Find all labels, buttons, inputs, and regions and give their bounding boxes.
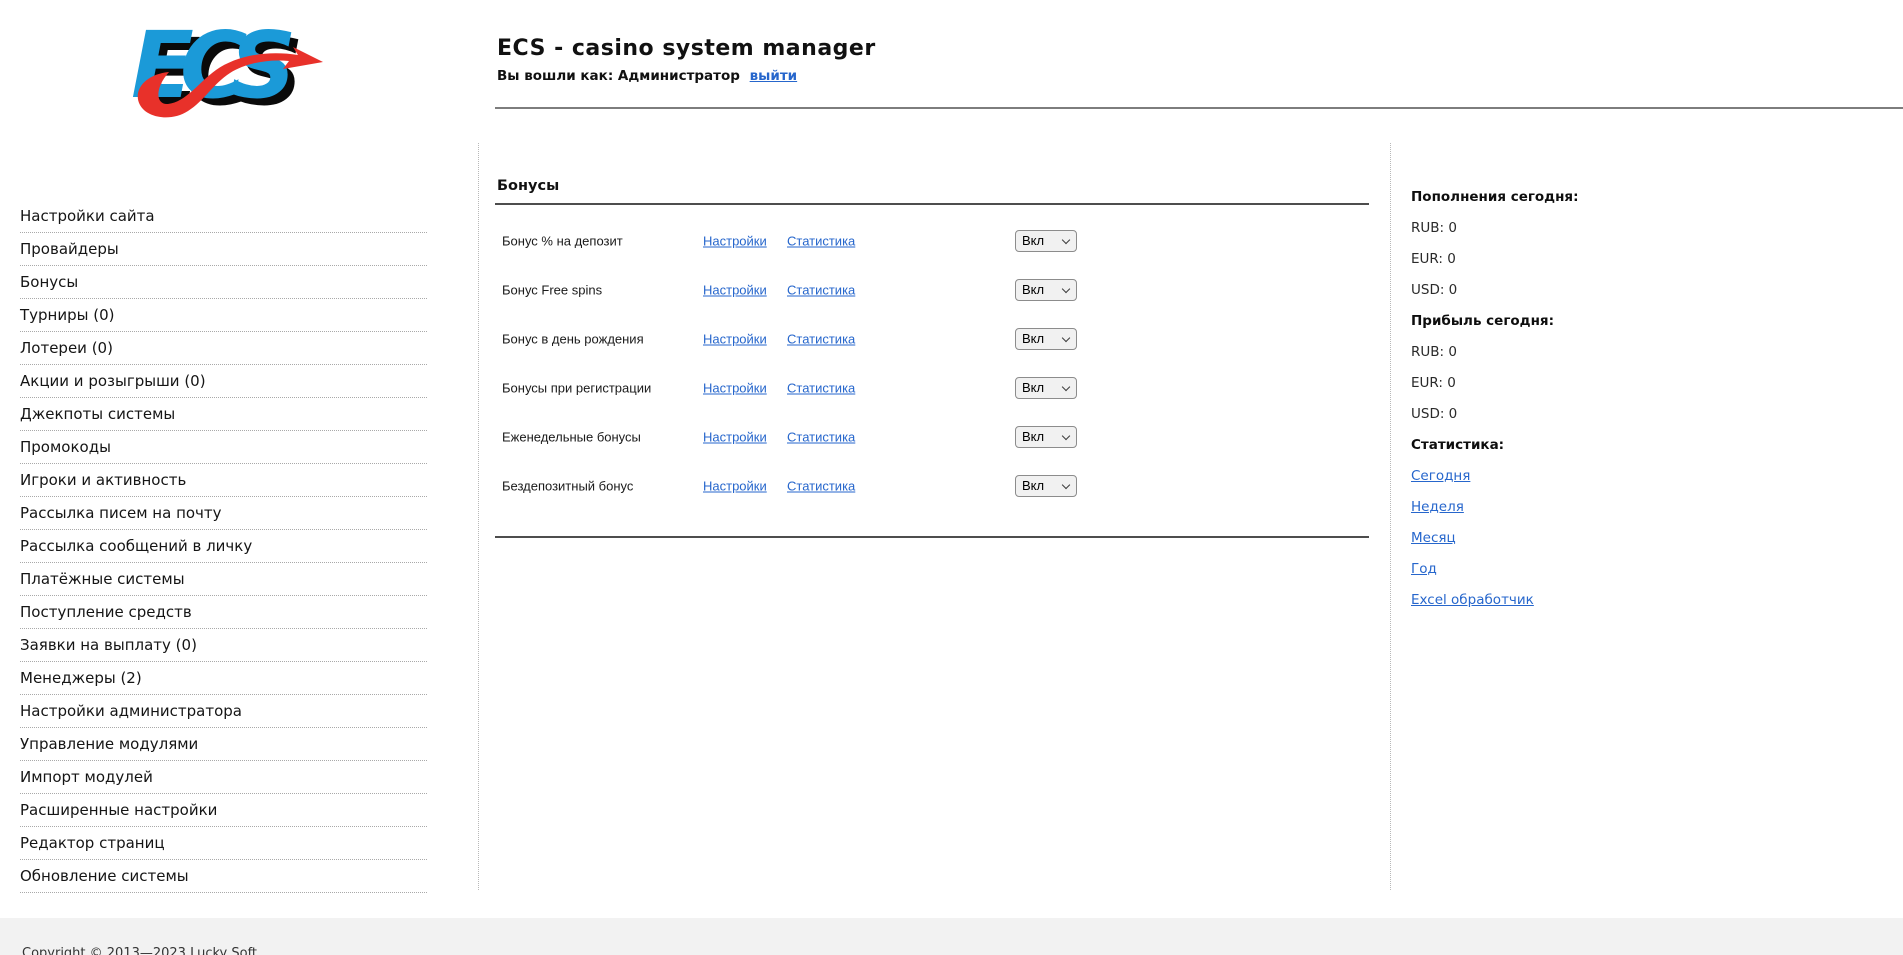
profit-rub: RUB: 0 [1411, 336, 1771, 367]
sidebar: Настройки сайта Провайдеры Бонусы Турнир… [20, 200, 427, 893]
sidebar-item-players-activity[interactable]: Игроки и активность [20, 464, 427, 497]
settings-link[interactable]: Настройки [703, 478, 767, 493]
sidebar-item-promotions[interactable]: Акции и розыгрыши (0) [20, 365, 427, 398]
statistics-link[interactable]: Статистика [787, 380, 855, 395]
deposits-today-title: Пополнения сегодня: [1411, 181, 1771, 212]
sidebar-item-payment-systems[interactable]: Платёжные системы [20, 563, 427, 596]
statistics-link[interactable]: Статистика [787, 282, 855, 297]
bonus-label: Еженедельные бонусы [502, 429, 641, 444]
sidebar-item-page-editor[interactable]: Редактор страниц [20, 827, 427, 860]
bonus-toggle-select[interactable]: Вкл [1015, 475, 1077, 497]
sidebar-item-module-import[interactable]: Импорт модулей [20, 761, 427, 794]
sidebar-item-system-update[interactable]: Обновление системы [20, 860, 427, 893]
sidebar-item-payout-requests[interactable]: Заявки на выплату (0) [20, 629, 427, 662]
logo[interactable]: ECS ECS [116, 12, 326, 128]
stats-link-excel[interactable]: Excel обработчик [1411, 592, 1534, 608]
profit-eur: EUR: 0 [1411, 367, 1771, 398]
page-title: ECS - casino system manager [497, 36, 876, 61]
sidebar-content-divider [478, 143, 479, 890]
deposits-eur: EUR: 0 [1411, 243, 1771, 274]
deposits-rub: RUB: 0 [1411, 212, 1771, 243]
settings-link[interactable]: Настройки [703, 331, 767, 346]
bonus-label: Бонусы при регистрации [502, 380, 651, 395]
sidebar-item-site-settings[interactable]: Настройки сайта [20, 200, 427, 233]
sidebar-item-email-mailing[interactable]: Рассылка писем на почту [20, 497, 427, 530]
statistics-link[interactable]: Статистика [787, 429, 855, 444]
statistics-link[interactable]: Статистика [787, 233, 855, 248]
bonus-toggle-select[interactable]: Вкл [1015, 230, 1077, 252]
bonus-label: Бездепозитный бонус [502, 478, 633, 493]
bonus-label: Бонус % на депозит [502, 233, 623, 248]
bonus-toggle-select[interactable]: Вкл [1015, 426, 1077, 448]
bonus-rows: Бонус % на депозит Настройки Статистика … [495, 205, 1369, 510]
statistics-link[interactable]: Статистика [787, 331, 855, 346]
section-divider-bottom [495, 536, 1369, 538]
sidebar-item-module-management[interactable]: Управление модулями [20, 728, 427, 761]
bonus-row-no-deposit: Бездепозитный бонус Настройки Статистика… [495, 461, 1369, 510]
header-text-block: ECS - casino system manager Вы вошли как… [497, 36, 876, 84]
settings-link[interactable]: Настройки [703, 380, 767, 395]
footer: Copyright © 2013—2023 Lucky Soft [0, 918, 1903, 955]
bonuses-section: Бонусы Бонус % на депозит Настройки Стат… [495, 178, 1369, 538]
header-divider [495, 107, 1903, 109]
sidebar-item-lotteries[interactable]: Лотереи (0) [20, 332, 427, 365]
sidebar-item-pm-mailing[interactable]: Рассылка сообщений в личку [20, 530, 427, 563]
bonus-toggle-select[interactable]: Вкл [1015, 279, 1077, 301]
sidebar-item-advanced-settings[interactable]: Расширенные настройки [20, 794, 427, 827]
bonus-label: Бонус в день рождения [502, 331, 644, 346]
bonus-row-registration: Бонусы при регистрации Настройки Статист… [495, 363, 1369, 412]
bonus-toggle-select[interactable]: Вкл [1015, 377, 1077, 399]
bonus-row-deposit-percent: Бонус % на депозит Настройки Статистика … [495, 216, 1369, 265]
stats-panel: Пополнения сегодня: RUB: 0 EUR: 0 USD: 0… [1411, 181, 1771, 615]
logged-in-as-label: Вы вошли как: Администратор [497, 68, 740, 84]
sidebar-item-admin-settings[interactable]: Настройки администратора [20, 695, 427, 728]
bonus-row-weekly: Еженедельные бонусы Настройки Статистика… [495, 412, 1369, 461]
content-aside-divider [1390, 143, 1391, 890]
deposits-usd: USD: 0 [1411, 274, 1771, 305]
bonus-row-free-spins: Бонус Free spins Настройки Статистика Вк… [495, 265, 1369, 314]
sidebar-item-providers[interactable]: Провайдеры [20, 233, 427, 266]
section-title: Бонусы [495, 178, 1369, 194]
logout-link[interactable]: выйти [750, 68, 798, 84]
sidebar-item-system-jackpots[interactable]: Джекпоты системы [20, 398, 427, 431]
stats-link-month[interactable]: Месяц [1411, 530, 1456, 546]
settings-link[interactable]: Настройки [703, 233, 767, 248]
copyright-text: Copyright © 2013—2023 Lucky Soft [22, 946, 257, 955]
stats-link-today[interactable]: Сегодня [1411, 468, 1470, 484]
login-status-line: Вы вошли как: Администратор выйти [497, 68, 876, 84]
settings-link[interactable]: Настройки [703, 429, 767, 444]
bonus-label: Бонус Free spins [502, 282, 602, 297]
bonus-toggle-select[interactable]: Вкл [1015, 328, 1077, 350]
profit-today-title: Прибыль сегодня: [1411, 305, 1771, 336]
sidebar-item-promocodes[interactable]: Промокоды [20, 431, 427, 464]
profit-usd: USD: 0 [1411, 398, 1771, 429]
sidebar-item-incoming-funds[interactable]: Поступление средств [20, 596, 427, 629]
sidebar-item-managers[interactable]: Менеджеры (2) [20, 662, 427, 695]
page-root: ECS ECS ECS - casino system manager Вы в… [0, 0, 1903, 955]
statistics-link[interactable]: Статистика [787, 478, 855, 493]
settings-link[interactable]: Настройки [703, 282, 767, 297]
bonus-row-birthday: Бонус в день рождения Настройки Статисти… [495, 314, 1369, 363]
ecs-logo-graphic: ECS ECS [116, 12, 326, 124]
stats-link-year[interactable]: Год [1411, 561, 1437, 577]
sidebar-item-tournaments[interactable]: Турниры (0) [20, 299, 427, 332]
sidebar-item-bonuses[interactable]: Бонусы [20, 266, 427, 299]
stats-link-week[interactable]: Неделя [1411, 499, 1464, 515]
statistics-title: Статистика: [1411, 429, 1771, 460]
